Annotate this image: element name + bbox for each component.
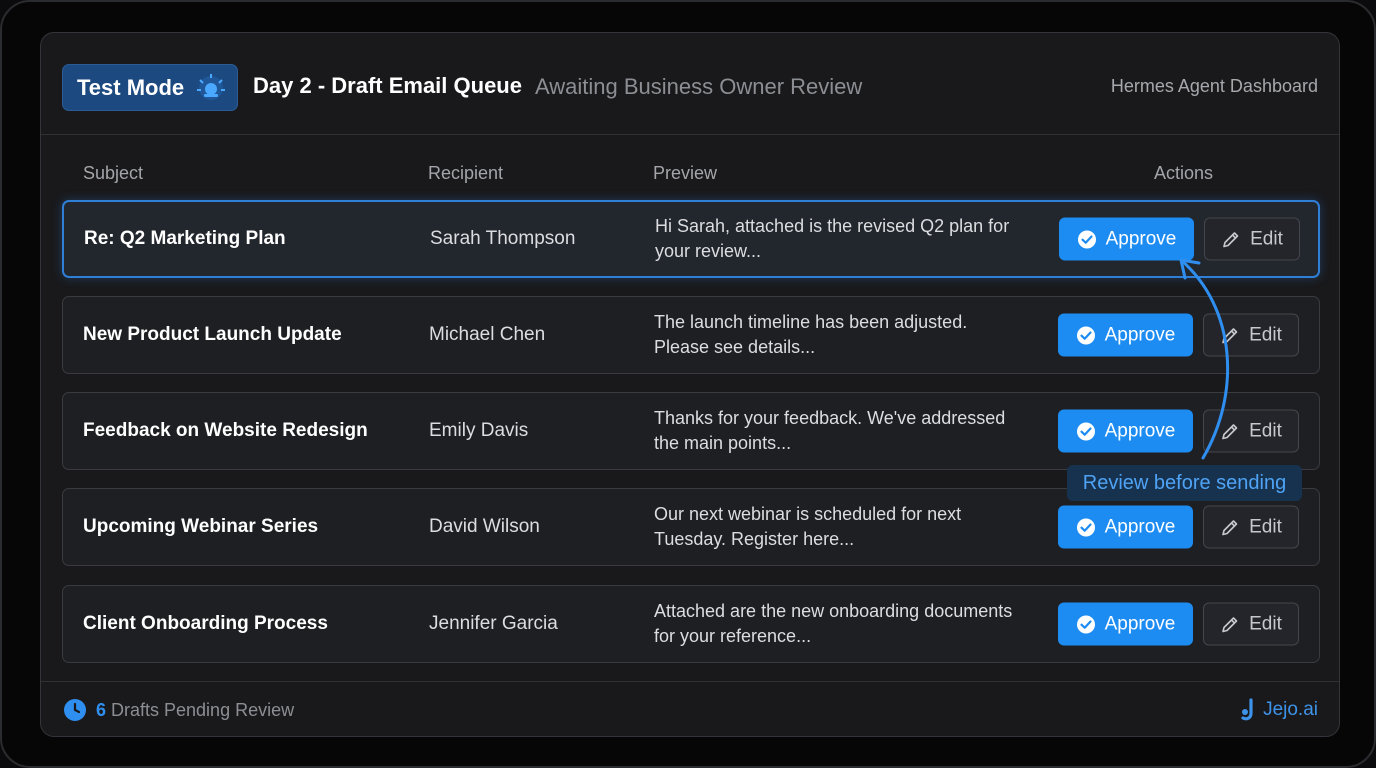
table-row[interactable]: Re: Q2 Marketing Plan Sarah Thompson Hi … (62, 200, 1320, 278)
pencil-icon (1223, 231, 1239, 247)
pencil-icon (1222, 616, 1238, 632)
table-row[interactable]: New Product Launch Update Michael Chen T… (62, 296, 1320, 374)
page-title: Day 2 - Draft Email Queue (253, 73, 522, 98)
check-circle-icon (1076, 615, 1095, 633)
approve-button[interactable]: Approve (1059, 217, 1194, 261)
approve-button[interactable]: Approve (1058, 505, 1193, 549)
mode-badge-label: Test Mode (77, 74, 185, 100)
approve-label: Approve (1104, 324, 1176, 345)
pencil-icon (1222, 423, 1238, 439)
table-row[interactable]: Feedback on Website Redesign Emily Davis… (62, 392, 1320, 470)
edit-label: Edit (1249, 324, 1282, 345)
check-circle-icon (1077, 230, 1096, 248)
check-circle-icon (1076, 518, 1095, 536)
siren-icon (197, 74, 225, 100)
edit-button[interactable]: Edit (1204, 217, 1300, 261)
row-preview: Our next webinar is scheduled for next T… (654, 504, 962, 549)
row-preview: Hi Sarah, attached is the revised Q2 pla… (655, 216, 1010, 261)
row-recipient: David Wilson (429, 516, 540, 537)
page-subtitle: Awaiting Business Owner Review (535, 74, 863, 99)
brand-logo[interactable]: Jejo.ai (1239, 698, 1318, 722)
edit-label: Edit (1249, 613, 1282, 634)
row-preview: Thanks for your feedback. We've addresse… (654, 408, 1006, 453)
edit-label: Edit (1249, 420, 1282, 441)
annotation-label: Review before sending (1067, 465, 1302, 501)
column-header-actions: Actions (1154, 163, 1214, 183)
pencil-icon (1222, 519, 1238, 535)
edit-label: Edit (1250, 228, 1283, 249)
pending-count: 6 (96, 700, 107, 720)
clock-icon (64, 699, 86, 721)
edit-label: Edit (1249, 516, 1282, 537)
approve-label: Approve (1105, 228, 1177, 249)
footer: 6 Drafts Pending Review Jejo.ai (41, 681, 1339, 738)
pending-label: Drafts Pending Review (106, 700, 295, 720)
approve-label: Approve (1104, 613, 1176, 634)
approve-button[interactable]: Approve (1058, 409, 1193, 453)
edit-button[interactable]: Edit (1203, 409, 1299, 453)
row-preview: The launch timeline has been adjusted. P… (654, 312, 968, 357)
edit-button[interactable]: Edit (1203, 602, 1299, 646)
jejo-logo-icon (1241, 698, 1253, 721)
row-recipient: Sarah Thompson (430, 228, 576, 249)
edit-button[interactable]: Edit (1203, 505, 1299, 549)
row-subject: Re: Q2 Marketing Plan (84, 228, 286, 249)
dashboard-panel: Test Mode Day 2 - Draft Email Queue Awai… (40, 32, 1340, 737)
test-mode-badge[interactable]: Test Mode (62, 64, 238, 111)
row-recipient: Emily Davis (429, 420, 529, 441)
column-header-subject: Subject (83, 163, 144, 183)
row-preview: Attached are the new onboarding document… (654, 601, 1013, 646)
column-header-preview: Preview (653, 163, 718, 183)
edit-button[interactable]: Edit (1203, 313, 1299, 357)
pending-review-status: 6 Drafts Pending Review (96, 700, 294, 721)
approve-label: Approve (1104, 516, 1176, 537)
row-recipient: Jennifer Garcia (429, 613, 558, 634)
approve-label: Approve (1104, 420, 1176, 441)
row-subject: Feedback on Website Redesign (83, 420, 368, 441)
check-circle-icon (1076, 422, 1095, 440)
row-subject: Upcoming Webinar Series (83, 516, 319, 537)
dashboard-name: Hermes Agent Dashboard (1110, 76, 1318, 96)
approve-button[interactable]: Approve (1058, 313, 1193, 357)
row-recipient: Michael Chen (429, 324, 546, 345)
pencil-icon (1222, 327, 1238, 343)
brand-name: Jejo.ai (1263, 699, 1318, 720)
header: Test Mode Day 2 - Draft Email Queue Awai… (41, 33, 1339, 135)
row-subject: Client Onboarding Process (83, 613, 328, 634)
row-subject: New Product Launch Update (83, 324, 342, 345)
device-frame: Test Mode Day 2 - Draft Email Queue Awai… (0, 0, 1376, 768)
table-row[interactable]: Client Onboarding Process Jennifer Garci… (62, 585, 1320, 663)
column-header-recipient: Recipient (428, 163, 504, 183)
check-circle-icon (1076, 326, 1095, 344)
approve-button[interactable]: Approve (1058, 602, 1193, 646)
